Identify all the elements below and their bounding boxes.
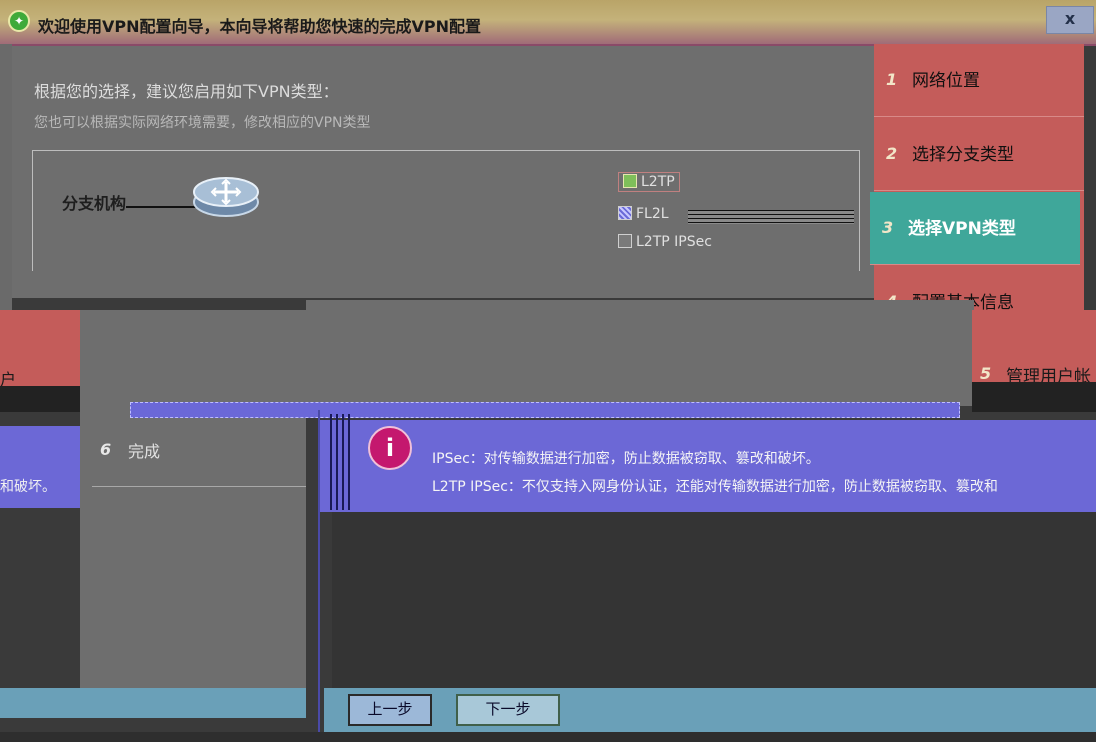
divider — [92, 486, 306, 487]
step-label: 选择VPN类型 — [908, 219, 1016, 239]
render-artifact — [130, 402, 960, 418]
option-l2tp[interactable]: L2TP — [618, 172, 680, 192]
step-number: 1 — [886, 70, 898, 89]
option-l2tp-ipsec[interactable]: L2TP IPSec — [618, 234, 712, 250]
window-title: 欢迎使用VPN配置向导，本向导将帮助您快速的完成VPN配置 — [38, 17, 482, 36]
option-label: L2TP IPSec — [636, 234, 712, 250]
divider — [318, 410, 320, 740]
step-number: 6 — [100, 440, 112, 459]
checkbox-partial-icon — [618, 206, 632, 220]
option-label: FL2L — [636, 206, 669, 222]
footer-bar — [324, 688, 1096, 732]
center-panel — [306, 300, 974, 406]
step-label: 网络位置 — [912, 71, 980, 91]
fragment-text: 和破坏。 — [0, 479, 56, 495]
router-icon — [193, 177, 259, 217]
info-ipsec: IPSec：对传输数据进行加密，防止数据被窃取、篡改和破坏。 — [432, 451, 820, 467]
step-number: 5 — [980, 364, 992, 383]
render-artifact — [688, 210, 854, 224]
bottom-strip — [0, 732, 1096, 742]
recommend-heading: 根据您的选择，建议您启用如下VPN类型： — [34, 82, 339, 101]
step-network-location[interactable]: 1 网络位置 — [874, 44, 1084, 117]
left-frame — [0, 44, 12, 310]
info-icon: i — [368, 426, 412, 470]
left-column — [80, 310, 306, 690]
render-artifact — [330, 414, 354, 510]
step-finish[interactable]: 完成 — [128, 438, 160, 462]
step-label: 选择分支类型 — [912, 145, 1014, 165]
checkbox-unchecked-icon — [618, 234, 632, 248]
step-number: 3 — [882, 218, 894, 237]
option-label: L2TP — [641, 174, 675, 190]
prev-button[interactable]: 上一步 — [348, 694, 432, 726]
footer-bar — [0, 688, 306, 718]
option-ipsec[interactable]: FL2L — [618, 206, 669, 222]
wizard-icon: ✦ — [8, 10, 30, 32]
steps-panel: 1 网络位置 2 选择分支类型 3 选择VPN类型 4 配置基本信息 — [870, 44, 1084, 311]
close-button[interactable]: x — [1046, 6, 1094, 34]
checkbox-checked-icon — [623, 174, 637, 188]
next-button[interactable]: 下一步 — [456, 694, 560, 726]
step-number: 2 — [886, 144, 898, 163]
dark-fragment — [0, 386, 80, 412]
step-vpn-type[interactable]: 3 选择VPN类型 — [870, 192, 1080, 265]
info-l2tp-ipsec: L2TP IPSec：不仅支持入网身份认证，还能对传输数据进行加密，防止数据被窃… — [432, 479, 998, 495]
dark-fragment — [972, 382, 1096, 412]
branch-label: 分支机构 — [62, 194, 127, 213]
content-area — [332, 512, 1096, 688]
recommend-subheading: 您也可以根据实际网络环境需要，修改相应的VPN类型 — [34, 115, 371, 131]
connection-line — [126, 206, 196, 208]
step-branch-type[interactable]: 2 选择分支类型 — [874, 118, 1084, 191]
